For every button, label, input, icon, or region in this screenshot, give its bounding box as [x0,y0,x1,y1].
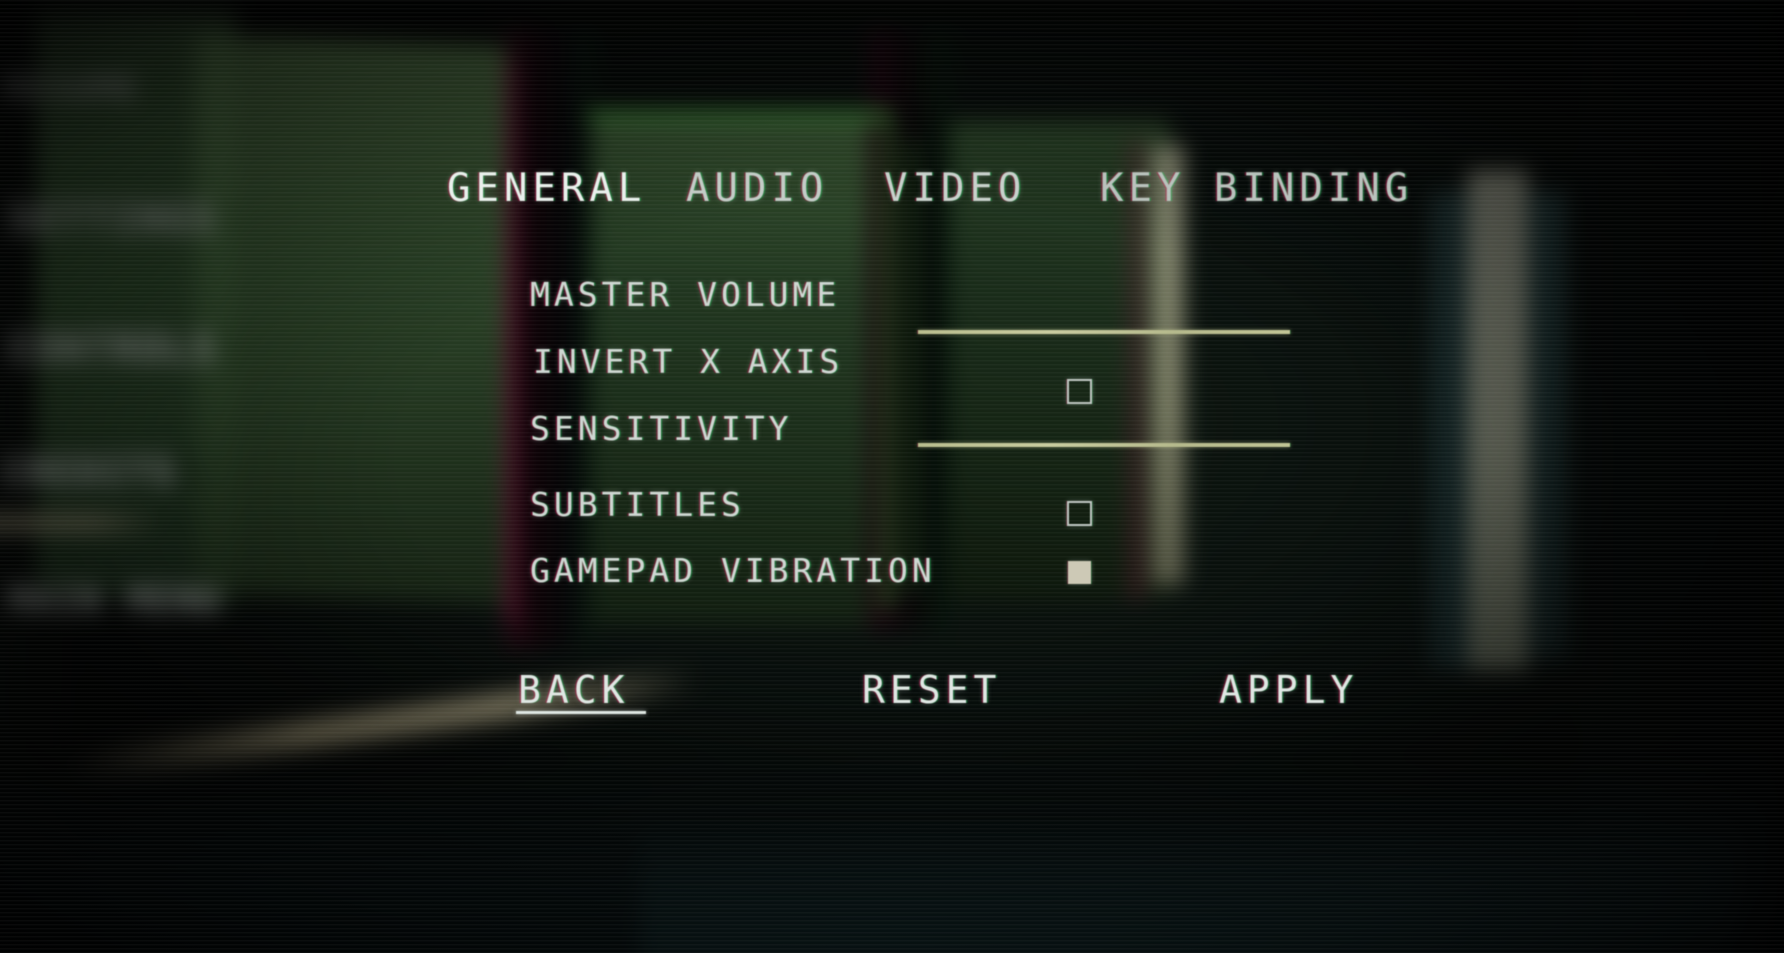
checkbox-subtitles[interactable] [1067,501,1092,526]
tab-audio[interactable]: AUDIO [686,166,828,211]
option-label-invert-x-axis: INVERT X AXIS [533,342,844,381]
tab-key-binding[interactable]: KEY BINDING [1100,166,1413,211]
option-label-master-volume: MASTER VOLUME [530,275,841,314]
checkbox-invert-x-axis[interactable] [1067,379,1092,404]
back-button-focus-underline [516,711,646,714]
option-label-subtitles: SUBTITLES [530,485,745,524]
apply-button[interactable]: APPLY [1219,668,1358,712]
slider-master-volume[interactable] [918,330,1290,334]
option-label-sensitivity: SENSITIVITY [530,409,793,448]
back-button[interactable]: BACK [518,668,630,712]
settings-screen: RESUME SETTINGS CONTROLS CREDITS MAIN MENU G… [0,0,1784,953]
settings-ui-overlay: GENERAL AUDIO VIDEO KEY BINDING MASTER V… [0,0,1784,953]
reset-button[interactable]: RESET [862,668,1001,712]
slider-sensitivity[interactable] [918,443,1290,447]
tab-video[interactable]: VIDEO [884,166,1026,211]
option-label-gamepad-vibration: GAMEPAD VIBRATION [530,551,936,590]
checkbox-gamepad-vibration[interactable] [1068,561,1091,584]
tab-general[interactable]: GENERAL [447,166,646,211]
